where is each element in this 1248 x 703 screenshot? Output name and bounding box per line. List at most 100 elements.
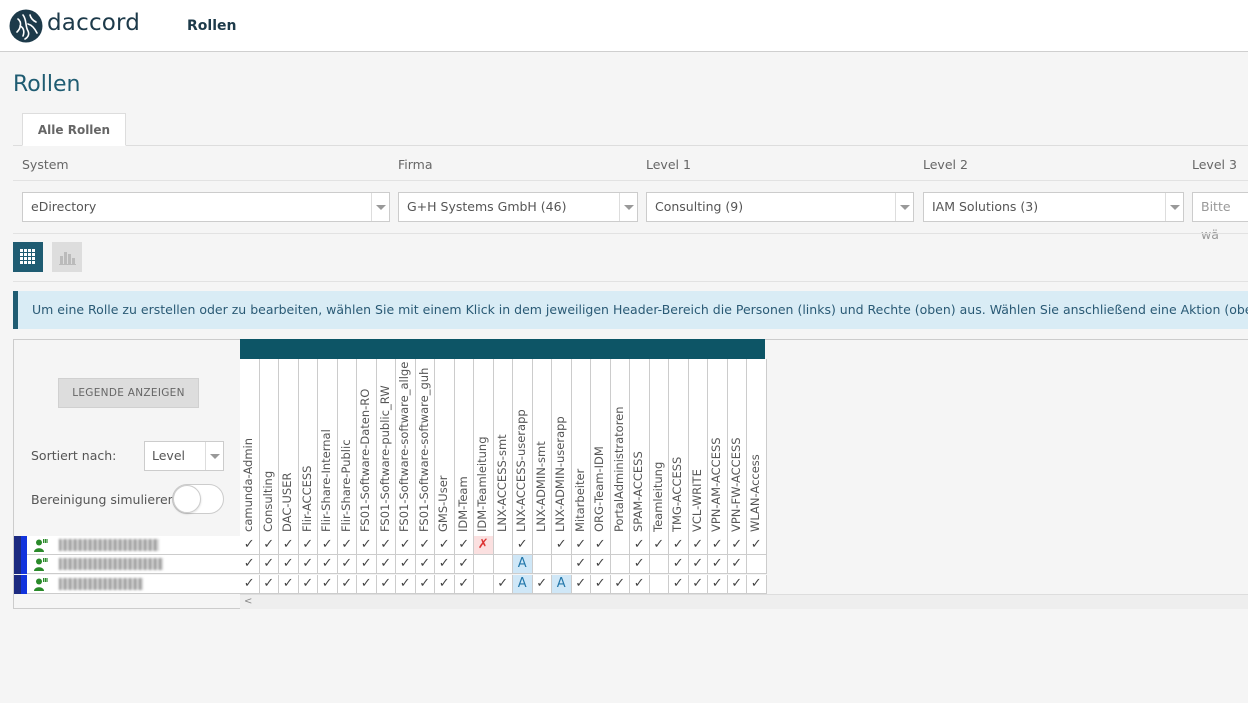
matrix-cell[interactable]: ✓ xyxy=(298,536,318,555)
matrix-cell[interactable]: ✗ xyxy=(474,536,494,555)
matrix-cell[interactable]: ✓ xyxy=(708,536,728,555)
matrix-cell[interactable]: ✓ xyxy=(279,536,299,555)
matrix-cell[interactable]: ✓ xyxy=(669,536,689,555)
matrix-cell[interactable]: ✓ xyxy=(571,555,591,574)
matrix-cell[interactable]: ✓ xyxy=(435,555,455,574)
matrix-cell[interactable] xyxy=(474,555,494,574)
matrix-cell[interactable]: ✓ xyxy=(357,575,377,594)
matrix-cell[interactable]: ✓ xyxy=(571,575,591,594)
column-header[interactable]: WLAN-Access xyxy=(747,359,767,536)
matrix-cell[interactable] xyxy=(532,536,552,555)
matrix-cell[interactable]: ✓ xyxy=(610,575,630,594)
matrix-cell[interactable] xyxy=(610,555,630,574)
sort-select[interactable]: Level xyxy=(144,441,224,471)
matrix-cell[interactable]: ✓ xyxy=(591,536,611,555)
matrix-cell[interactable] xyxy=(649,555,669,574)
matrix-cell[interactable]: ✓ xyxy=(376,555,396,574)
column-header[interactable]: IDM-Team xyxy=(454,359,474,536)
column-header[interactable]: LNX-ADMIN-userapp xyxy=(552,359,572,536)
table-row[interactable] xyxy=(27,536,240,555)
matrix-cell[interactable]: ✓ xyxy=(337,575,357,594)
matrix-cell[interactable]: ✓ xyxy=(747,536,767,555)
table-row[interactable] xyxy=(27,555,240,574)
matrix-cell[interactable]: ✓ xyxy=(279,555,299,574)
matrix-cell[interactable] xyxy=(493,555,513,574)
matrix-cell[interactable]: ✓ xyxy=(337,555,357,574)
column-header[interactable]: FS01-Software-public_RW xyxy=(376,359,396,536)
grid-view-button[interactable] xyxy=(13,242,43,272)
show-legend-button[interactable]: LEGENDE ANZEIGEN xyxy=(58,378,199,408)
column-header[interactable]: Flir-Share-Internal xyxy=(318,359,338,536)
matrix-cell[interactable]: ✓ xyxy=(279,575,299,594)
matrix-cell[interactable]: A xyxy=(513,555,533,574)
matrix-cell[interactable] xyxy=(552,555,572,574)
matrix-cell[interactable]: ✓ xyxy=(415,575,435,594)
matrix-cell[interactable]: ✓ xyxy=(357,536,377,555)
matrix-cell[interactable]: ✓ xyxy=(435,575,455,594)
matrix-cell[interactable]: ✓ xyxy=(688,536,708,555)
matrix-cell[interactable]: ✓ xyxy=(669,575,689,594)
matrix-cell[interactable] xyxy=(610,536,630,555)
tab-alle-rollen[interactable]: Alle Rollen xyxy=(22,113,126,146)
matrix-cell[interactable]: A xyxy=(513,575,533,594)
column-header[interactable]: TMG-ACCESS xyxy=(669,359,689,536)
level2-select[interactable]: IAM Solutions (3) xyxy=(923,192,1184,222)
matrix-cell[interactable] xyxy=(474,575,494,594)
matrix-cell[interactable] xyxy=(532,555,552,574)
column-header[interactable]: FS01-Software-Daten-RO xyxy=(357,359,377,536)
matrix-cell[interactable]: ✓ xyxy=(376,575,396,594)
matrix-cell[interactable]: ✓ xyxy=(318,536,338,555)
matrix-cell[interactable]: ✓ xyxy=(727,536,747,555)
matrix-cell[interactable]: ✓ xyxy=(259,536,279,555)
matrix-cell[interactable]: ✓ xyxy=(435,536,455,555)
firma-select[interactable]: G+H Systems GmbH (46) xyxy=(398,192,638,222)
nav-item-rollen[interactable]: Rollen xyxy=(187,18,236,34)
matrix-cell[interactable]: ✓ xyxy=(454,575,474,594)
column-header[interactable]: Flir-ACCESS xyxy=(298,359,318,536)
simulate-toggle[interactable] xyxy=(172,484,224,514)
column-header[interactable]: LNX-ACCESS-smt xyxy=(493,359,513,536)
matrix-cell[interactable]: ✓ xyxy=(747,575,767,594)
matrix-cell[interactable]: ✓ xyxy=(298,575,318,594)
matrix-header-bar[interactable] xyxy=(240,339,765,359)
matrix-cell[interactable]: ✓ xyxy=(259,555,279,574)
matrix-cell[interactable]: ✓ xyxy=(415,555,435,574)
matrix-cell[interactable]: ✓ xyxy=(240,536,260,555)
column-header[interactable]: LNX-ADMIN-smt xyxy=(532,359,552,536)
level3-select[interactable]: Bitte wä xyxy=(1192,192,1248,242)
matrix-cell[interactable]: A xyxy=(552,575,572,594)
column-header[interactable]: FS01-Software-software_allge xyxy=(396,359,416,536)
column-header[interactable]: Mitarbeiter xyxy=(571,359,591,536)
table-row[interactable] xyxy=(27,575,240,594)
matrix-cell[interactable]: ✓ xyxy=(240,555,260,574)
column-header[interactable]: Consulting xyxy=(259,359,279,536)
matrix-cell[interactable]: ✓ xyxy=(337,536,357,555)
column-header[interactable]: DAC-USER xyxy=(279,359,299,536)
matrix-cell[interactable]: ✓ xyxy=(688,575,708,594)
matrix-cell[interactable] xyxy=(649,575,669,594)
matrix-cell[interactable]: ✓ xyxy=(552,536,572,555)
matrix-cell[interactable]: ✓ xyxy=(591,555,611,574)
matrix-cell[interactable]: ✓ xyxy=(415,536,435,555)
matrix-cell[interactable]: ✓ xyxy=(571,536,591,555)
daccord-logo-icon[interactable] xyxy=(9,9,43,43)
matrix-cell[interactable]: ✓ xyxy=(240,575,260,594)
matrix-cell[interactable]: ✓ xyxy=(591,575,611,594)
matrix-cell[interactable]: ✓ xyxy=(376,536,396,555)
matrix-cell[interactable]: ✓ xyxy=(649,536,669,555)
column-header[interactable]: camunda-Admin xyxy=(240,359,260,536)
column-header[interactable]: VPN-AM-ACCESS xyxy=(708,359,728,536)
column-header[interactable]: VCL-WRITE xyxy=(688,359,708,536)
system-select[interactable]: eDirectory xyxy=(22,192,390,222)
chart-view-button[interactable] xyxy=(52,242,82,272)
matrix-cell[interactable]: ✓ xyxy=(630,575,650,594)
matrix-cell[interactable]: ✓ xyxy=(318,555,338,574)
matrix-cell[interactable]: ✓ xyxy=(727,575,747,594)
horizontal-scrollbar[interactable]: < xyxy=(240,594,1248,609)
matrix-cell[interactable] xyxy=(493,536,513,555)
matrix-cell[interactable]: ✓ xyxy=(708,575,728,594)
matrix-cell[interactable]: ✓ xyxy=(688,555,708,574)
matrix-cell[interactable]: ✓ xyxy=(630,536,650,555)
column-header[interactable]: PortalAdministratoren xyxy=(610,359,630,536)
column-header[interactable]: GMS-User xyxy=(435,359,455,536)
